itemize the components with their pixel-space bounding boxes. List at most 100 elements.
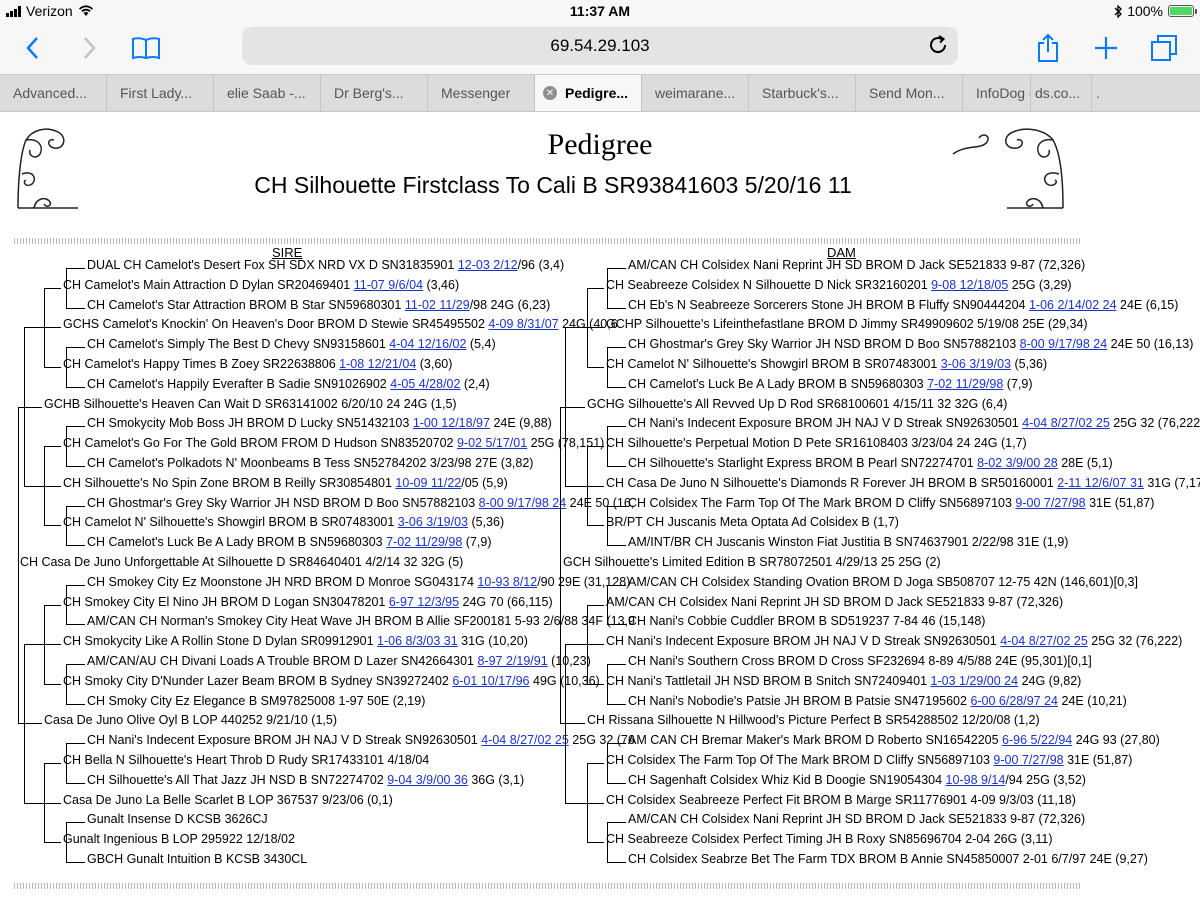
tab[interactable]: weimarane...: [642, 75, 749, 111]
pedigree-connector: [66, 505, 67, 546]
title-date-link[interactable]: 9-00 7/27/98: [993, 753, 1063, 767]
title-date-link[interactable]: 8-02 3/9/00 28: [977, 456, 1058, 470]
title-date-link[interactable]: 9-02 5/17/01: [457, 436, 527, 450]
pedigree-connector: [607, 466, 626, 467]
sire-ancestor-4: GCHS Camelot's Knockin' On Heaven's Door…: [63, 317, 618, 331]
ancestor-name: CH Smoky City D'Nunder Lazer Beam BROM B…: [63, 673, 453, 688]
ancestor-stats: (2,4): [460, 376, 490, 391]
pedigree-connector: [66, 307, 85, 309]
title-date-link[interactable]: 6-97 12/3/95: [389, 595, 459, 609]
pedigree-connector: [587, 604, 604, 606]
title-date-link[interactable]: 9-00 7/27/98: [1015, 496, 1085, 510]
ancestor-name: CH Silhouette's Perpetual Motion D Pete …: [606, 436, 1027, 451]
dam-ancestor-5: CH Ghostmar's Grey Sky Warrior JH NSD BR…: [628, 337, 1193, 351]
title-date-link[interactable]: 10-98 9/14: [946, 773, 1006, 787]
title-date-link[interactable]: 8-00 9/17/98 24: [479, 496, 567, 510]
title-date-link[interactable]: 6-00 6/28/97 24: [970, 694, 1058, 708]
title-date-link[interactable]: 4-04 8/27/02 25: [1000, 634, 1088, 648]
pedigree-connector: [607, 268, 626, 269]
pedigree-connector: [607, 624, 626, 626]
tab[interactable]: Send Mon...: [856, 75, 963, 111]
sire-ancestor-23: CH Smoky City Ez Elegance B SM97825008 1…: [87, 694, 425, 708]
dam-ancestor-14: BR/PT CH Juscanis Meta Optata Ad Colside…: [606, 515, 899, 529]
share-button[interactable]: [1030, 30, 1066, 66]
reload-icon[interactable]: [926, 33, 950, 57]
title-date-link[interactable]: 1-06 8/3/03 31: [377, 634, 458, 648]
tab[interactable]: First Lady...: [107, 75, 214, 111]
battery-icon: [1168, 5, 1197, 17]
title-date-link[interactable]: 7-02 11/29/98: [386, 535, 462, 549]
title-date-link[interactable]: 4-04 12/16/02: [389, 337, 466, 351]
tab[interactable]: Advanced...: [0, 75, 107, 111]
ancestor-stats: (10,23): [547, 654, 591, 668]
ancestor-name: CH Nani's Indecent Exposure BROM JH NAJ …: [606, 634, 1001, 649]
title-date-link[interactable]: 8-00 9/17/98 24: [1020, 337, 1108, 351]
ancestor-name: CH Camelot's Luck Be A Lady BROM B SN596…: [87, 535, 387, 550]
ancestor-stats: 25G 32 (76,222): [1087, 634, 1183, 649]
tab[interactable]: Messenger: [428, 75, 535, 111]
pedigree-connector: [607, 347, 608, 387]
forward-button[interactable]: [72, 30, 108, 66]
back-button[interactable]: [14, 30, 50, 66]
tab[interactable]: .: [1092, 75, 1156, 111]
title-date-link[interactable]: 10-09 11/22: [395, 476, 461, 490]
title-date-link[interactable]: 11-07 9/6/04: [354, 278, 423, 292]
ancestor-name: DUAL CH Camelot's Desert Fox SH SDX NRD …: [87, 258, 458, 272]
address-bar[interactable]: 69.54.29.103: [242, 27, 958, 65]
title-date-link[interactable]: 8-97 2/19/91: [477, 654, 547, 668]
tab[interactable]: elie Saab -...: [214, 75, 321, 111]
pedigree-connector: [565, 485, 604, 487]
tabs-overview-button[interactable]: [1146, 30, 1182, 66]
ancestor-name: CH Smokycity Mob Boss JH BROM D Lucky SN…: [87, 416, 413, 431]
title-date-link[interactable]: 7-02 11/29/98: [927, 377, 1003, 391]
title-date-link[interactable]: 12-03 2/12: [458, 258, 518, 272]
title-date-link[interactable]: 3-06 3/19/03: [941, 357, 1011, 371]
close-tab-icon[interactable]: ✕: [543, 86, 557, 100]
title-date-link[interactable]: 1-06 2/14/02 24: [1029, 298, 1117, 312]
ancestor-name: GCHS Camelot's Knockin' On Heaven's Door…: [63, 317, 489, 332]
bookmarks-button[interactable]: [128, 30, 164, 66]
tab-active[interactable]: ✕ Pedigre...: [535, 75, 642, 111]
title-date-link[interactable]: 11-02 11/29: [405, 298, 470, 312]
pedigree-connector: [44, 287, 61, 289]
pedigree-connector: [24, 644, 25, 803]
title-date-link[interactable]: 3-06 3/19/03: [398, 515, 468, 529]
title-date-link[interactable]: 1-00 12/18/97: [413, 416, 490, 430]
title-date-link[interactable]: 9-08 12/18/05: [931, 278, 1008, 292]
pedigree-connector: [587, 287, 604, 289]
pedigree-connector: [607, 505, 608, 546]
sire-ancestor-22: CH Smoky City D'Nunder Lazer Beam BROM B…: [63, 674, 600, 688]
dam-ancestor-11: CH Silhouette's Starlight Express BROM B…: [628, 456, 1113, 470]
dam-ancestor-10: CH Silhouette's Perpetual Motion D Pete …: [606, 436, 1027, 450]
tab[interactable]: Starbuck's...: [749, 75, 856, 111]
title-date-link[interactable]: 2-11 12/6/07 31: [1057, 476, 1144, 490]
ancestor-stats: 24E (6,15): [1116, 297, 1179, 312]
new-tab-button[interactable]: [1088, 30, 1124, 66]
tab[interactable]: Dr Berg's...: [321, 75, 428, 111]
title-date-link[interactable]: 1-08 12/21/04: [339, 357, 416, 371]
sire-ancestor-1: DUAL CH Camelot's Desert Fox SH SDX NRD …: [87, 258, 564, 272]
title-date-link[interactable]: 1-03 1/29/00 24: [931, 674, 1019, 688]
tab[interactable]: InfoDog -...: [963, 75, 1031, 111]
tab-label: ds.co...: [1035, 85, 1081, 101]
tab[interactable]: ds.co...: [1031, 75, 1092, 111]
ancestor-name: CH Smokey City El Nino JH BROM D Logan S…: [63, 594, 389, 609]
pedigree-connector: [607, 743, 608, 783]
title-date-link[interactable]: 4-05 4/28/02: [390, 377, 460, 391]
title-date-link[interactable]: 4-04 8/27/02 25: [1022, 416, 1110, 430]
ancestor-name: CH Silhouette's No Spin Zone BROM B Reil…: [63, 475, 396, 490]
title-date-link[interactable]: 4-09 8/31/07: [488, 317, 558, 331]
ancestor-stats: /90 29E (31,128): [537, 574, 631, 589]
pedigree-connector: [565, 644, 604, 646]
dam-ancestor-22: CH Nani's Tattletail JH NSD BROM B Snitc…: [606, 674, 1081, 688]
ancestor-name: BR/PT CH Juscanis Meta Optata Ad Colside…: [606, 515, 899, 530]
ancestor-stats: 25G (3,29): [1008, 277, 1072, 292]
sire-ancestor-17: CH Smokey City Ez Moonstone JH NRD BROM …: [87, 575, 630, 589]
title-date-link[interactable]: 4-04 8/27/02 25: [481, 733, 569, 747]
pedigree-connector: [24, 327, 61, 329]
title-date-link[interactable]: 10-93 8/12: [477, 575, 537, 589]
title-date-link[interactable]: 6-96 5/22/94: [1002, 733, 1072, 747]
sire-ancestor-14: CH Camelot N' Silhouette's Showgirl BROM…: [63, 515, 504, 529]
title-date-link[interactable]: 6-01 10/17/96: [452, 674, 529, 688]
title-date-link[interactable]: 9-04 3/9/00 36: [387, 773, 468, 787]
